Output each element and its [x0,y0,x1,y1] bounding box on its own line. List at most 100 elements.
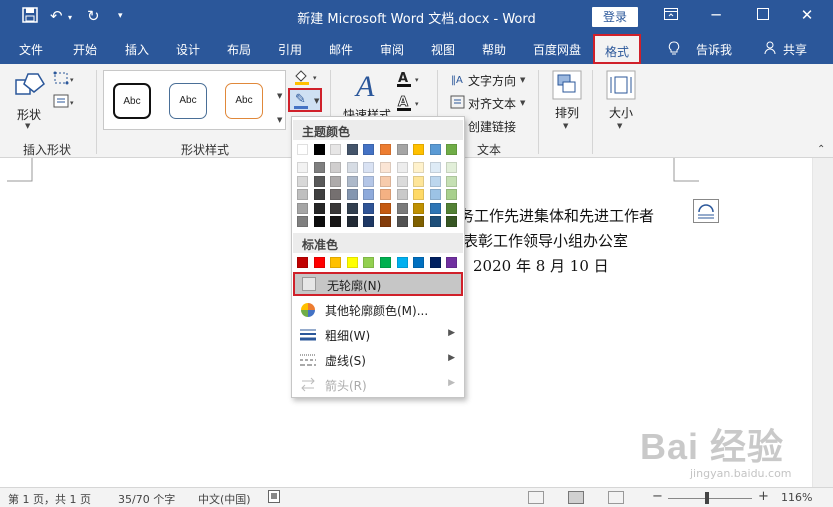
theme-shade-swatch[interactable] [396,202,408,214]
vertical-scrollbar[interactable] [813,158,833,487]
theme-shade-swatch[interactable] [396,162,408,173]
read-mode-icon[interactable] [528,491,544,504]
theme-shade-swatch[interactable] [380,216,391,227]
arrange-button[interactable]: 排列 [555,104,579,121]
tell-me-search[interactable]: 告诉我 [696,41,732,58]
theme-shade-swatch[interactable] [363,189,375,200]
zoom-out-button[interactable]: − [652,489,663,504]
theme-shade-swatch[interactable] [429,189,441,200]
word-count[interactable]: 35/70 个字 [118,491,175,507]
theme-shade-swatch[interactable] [330,162,342,173]
shape-style-sample-3[interactable]: Abc [225,83,263,119]
shape-style-sample-1[interactable]: Abc [113,83,151,119]
zoom-slider-track[interactable] [668,498,752,499]
maximize-icon[interactable] [753,6,773,24]
theme-color-swatch[interactable] [429,144,441,155]
wordart-icon[interactable]: A [354,70,382,105]
gallery-more-icon[interactable]: ▼ [277,92,282,100]
theme-shade-swatch[interactable] [297,162,308,173]
tab-help[interactable]: 帮助 [482,41,506,58]
tab-insert[interactable]: 插入 [125,41,149,58]
theme-shade-swatch[interactable] [446,216,458,227]
text-direction-dropdown-icon[interactable]: ▼ [520,76,525,84]
tab-review[interactable]: 审阅 [380,41,404,58]
standard-color-swatch[interactable] [330,257,342,268]
shapes-button-label[interactable]: 形状 [17,106,41,123]
text-box-icon[interactable]: ▾ [53,93,79,112]
layout-options-icon[interactable] [693,199,719,223]
text-outline-icon[interactable]: A ▾ [396,94,422,115]
tab-format[interactable]: 格式 [593,34,642,64]
theme-shade-swatch[interactable] [446,202,458,214]
standard-color-swatch[interactable] [446,257,458,268]
theme-shade-swatch[interactable] [346,216,358,227]
theme-shade-swatch[interactable] [413,175,425,187]
theme-shade-swatch[interactable] [313,202,325,214]
arrange-dropdown-icon[interactable]: ▼ [563,122,568,130]
print-layout-icon[interactable] [568,491,584,504]
theme-shade-swatch[interactable] [396,216,408,227]
tab-baidu-netdisk[interactable]: 百度网盘 [533,41,581,58]
theme-shade-swatch[interactable] [313,175,325,187]
theme-shade-swatch[interactable] [429,216,441,227]
theme-shade-swatch[interactable] [330,175,342,187]
tab-view[interactable]: 视图 [431,41,455,58]
theme-shade-swatch[interactable] [330,189,342,200]
minimize-icon[interactable]: ─ [706,6,726,24]
theme-color-swatch[interactable] [313,144,325,155]
shape-style-sample-2[interactable]: Abc [169,83,207,119]
theme-shade-swatch[interactable] [429,202,441,214]
theme-shade-swatch[interactable] [363,175,375,187]
more-outline-colors-item[interactable]: 其他轮廓颜色(M)... [293,298,463,322]
theme-shade-swatch[interactable] [297,216,308,227]
theme-shade-swatch[interactable] [380,162,391,173]
theme-shade-swatch[interactable] [313,216,325,227]
share-button[interactable]: 共享 [783,41,807,58]
web-layout-icon[interactable] [608,491,624,504]
standard-color-swatch[interactable] [380,257,391,268]
theme-shade-swatch[interactable] [297,202,308,214]
theme-shade-swatch[interactable] [380,175,391,187]
shapes-icon[interactable] [14,70,46,105]
theme-color-swatch[interactable] [446,144,458,155]
tab-mailings[interactable]: 邮件 [329,41,353,58]
align-text-button[interactable]: 对齐文本 [468,95,516,112]
theme-shade-swatch[interactable] [346,189,358,200]
theme-color-swatch[interactable] [380,144,391,155]
theme-color-swatch[interactable] [396,144,408,155]
theme-shade-swatch[interactable] [380,202,391,214]
theme-shade-swatch[interactable] [413,162,425,173]
theme-shade-swatch[interactable] [413,202,425,214]
theme-shade-swatch[interactable] [363,162,375,173]
theme-shade-swatch[interactable] [396,175,408,187]
theme-shade-swatch[interactable] [346,162,358,173]
edit-shape-icon[interactable]: ▾ [53,70,79,89]
theme-color-swatch[interactable] [330,144,342,155]
arrange-icon[interactable] [552,70,582,103]
tab-file[interactable]: 文件 [19,41,43,58]
theme-shade-swatch[interactable] [429,175,441,187]
theme-shade-swatch[interactable] [396,189,408,200]
page-count[interactable]: 第 1 页，共 1 页 [8,491,91,507]
theme-shade-swatch[interactable] [346,202,358,214]
close-icon[interactable]: ✕ [797,6,817,24]
standard-color-swatch[interactable] [396,257,408,268]
theme-shade-swatch[interactable] [330,202,342,214]
theme-shade-swatch[interactable] [363,202,375,214]
theme-shade-swatch[interactable] [330,216,342,227]
theme-color-swatch[interactable] [297,144,308,155]
macro-icon[interactable] [268,490,280,506]
align-text-dropdown-icon[interactable]: ▼ [520,99,525,107]
text-direction-button[interactable]: 文字方向 [468,72,516,89]
theme-shade-swatch[interactable] [297,189,308,200]
theme-shade-swatch[interactable] [313,162,325,173]
standard-color-swatch[interactable] [429,257,441,268]
theme-shade-swatch[interactable] [413,216,425,227]
weight-item[interactable]: 粗细(W) ▶ [293,323,463,347]
theme-color-swatch[interactable] [413,144,425,155]
theme-shade-swatch[interactable] [313,189,325,200]
text-fill-icon[interactable]: A ▾ [396,70,422,91]
tab-design[interactable]: 设计 [176,41,200,58]
theme-shade-swatch[interactable] [413,189,425,200]
standard-color-swatch[interactable] [363,257,375,268]
